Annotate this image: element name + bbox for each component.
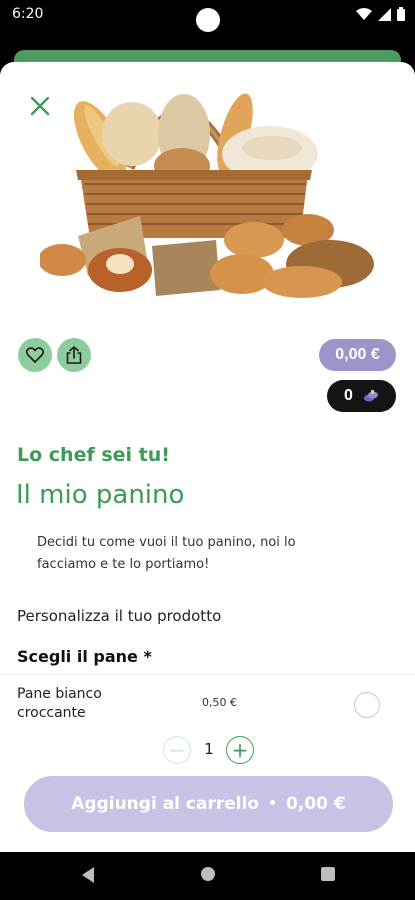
- status-icons: [356, 7, 405, 21]
- product-sheet: 0,00 € 0 Lo chef sei tu! Il mio panino D…: [0, 62, 415, 852]
- status-time: 6:20: [12, 6, 44, 22]
- share-icon: [66, 346, 82, 364]
- points-value: 0: [344, 387, 353, 404]
- product-tagline: Lo chef sei tu!: [17, 444, 170, 466]
- front-camera: [196, 8, 220, 32]
- recents-icon[interactable]: [320, 866, 336, 882]
- signal-icon: [378, 7, 391, 21]
- product-description: Decidi tu come vuoi il tuo panino, noi l…: [37, 535, 296, 572]
- option-row[interactable]: Pane bianco croccante 0,50 €: [0, 674, 415, 726]
- back-icon[interactable]: [80, 866, 96, 884]
- home-icon[interactable]: [200, 866, 216, 882]
- price-badge: 0,00 €: [319, 339, 396, 371]
- points-badge: 0: [327, 380, 396, 412]
- close-icon[interactable]: [28, 94, 52, 118]
- option-radio[interactable]: [354, 692, 380, 718]
- share-button[interactable]: [57, 338, 91, 372]
- bread-section-title: Scegli il pane *: [17, 647, 152, 666]
- favorite-button[interactable]: [18, 338, 52, 372]
- quantity-stepper: − 1 +: [163, 736, 255, 764]
- battery-icon: [397, 7, 405, 21]
- increase-button[interactable]: +: [226, 736, 254, 764]
- add-to-cart-button[interactable]: Aggiungi al carrello • 0,00 €: [24, 776, 393, 832]
- system-nav-bar: [0, 852, 415, 900]
- coin-icon: [363, 390, 378, 402]
- product-title: Il mio panino: [16, 480, 185, 510]
- heart-icon: [26, 347, 44, 363]
- option-price: 0,50 €: [202, 696, 237, 709]
- status-bar: 6:20: [0, 0, 415, 32]
- wifi-icon: [356, 7, 372, 20]
- add-to-cart-separator: •: [268, 796, 278, 812]
- quantity-value: 1: [204, 740, 214, 758]
- customize-label: Personalizza il tuo prodotto: [17, 607, 222, 625]
- product-image-bread-basket: [40, 93, 374, 298]
- add-to-cart-total: 0,00 €: [286, 794, 346, 814]
- decrease-button[interactable]: −: [163, 736, 191, 764]
- option-name: Pane bianco croccante: [17, 686, 102, 721]
- add-to-cart-label: Aggiungi al carrello: [71, 794, 260, 814]
